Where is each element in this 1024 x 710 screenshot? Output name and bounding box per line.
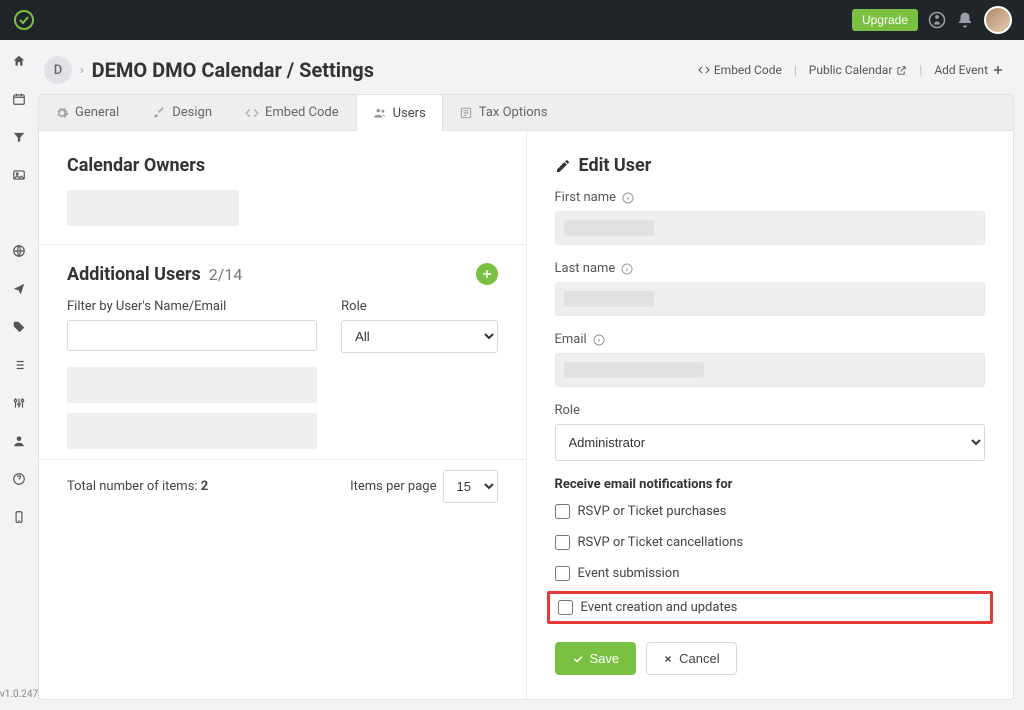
plus-icon [992,64,1004,76]
email-input[interactable] [555,353,986,387]
owner-row-placeholder[interactable] [67,190,239,226]
email-label: Email [555,332,587,347]
notif-event-creation[interactable]: Event creation and updates [558,600,983,615]
plus-icon [481,268,493,280]
users-icon [373,106,387,120]
header-embed-link[interactable]: Embed Code [698,63,782,77]
filter-name-label: Filter by User's Name/Email [67,299,317,314]
info-icon[interactable] [593,334,605,346]
user-row-placeholder[interactable] [67,367,317,403]
highlighted-option: Event creation and updates [547,591,994,624]
code-icon [245,106,259,120]
breadcrumb-chevron-icon: › [80,63,84,77]
sidebar: v1.0.247 [0,40,38,710]
topbar: Upgrade [0,0,1024,40]
tab-users[interactable]: Users [356,95,443,131]
notif-event-submission[interactable]: Event submission [555,566,986,581]
notif-rsvp-cancellations[interactable]: RSVP or Ticket cancellations [555,535,986,550]
role-select[interactable]: Administrator [555,424,986,461]
additional-users-heading: Additional Users 2/14 [67,263,498,285]
filter-role-label: Role [341,299,497,314]
calendar-owners-heading: Calendar Owners [67,155,498,176]
last-name-label: Last name [555,261,616,276]
info-icon[interactable] [622,192,634,204]
tab-general[interactable]: General [39,95,136,130]
filter-role-select[interactable]: All [341,320,497,353]
nav-help-icon[interactable] [10,470,28,488]
tax-icon [459,106,473,120]
role-label: Role [555,403,580,418]
close-icon [663,654,673,664]
nav-tag-icon[interactable] [10,318,28,336]
notif-rsvp-purchases[interactable]: RSVP or Ticket purchases [555,504,986,519]
edit-user-heading: Edit User [555,155,986,176]
tab-tax[interactable]: Tax Options [443,95,565,130]
upgrade-button[interactable]: Upgrade [852,9,918,31]
nav-home-icon[interactable] [10,52,28,70]
header-public-link[interactable]: Public Calendar [809,63,908,77]
tab-embed[interactable]: Embed Code [229,95,356,130]
notif-checkbox[interactable] [555,504,570,519]
items-per-page-label: Items per page [350,479,436,494]
save-button[interactable]: Save [555,642,637,675]
total-items-label: Total number of items: 2 [67,479,208,494]
pencil-icon [555,158,571,174]
tab-design[interactable]: Design [136,95,229,130]
user-avatar[interactable] [984,6,1012,34]
nav-list-icon[interactable] [10,356,28,374]
notif-checkbox[interactable] [558,600,573,615]
user-row-placeholder[interactable] [67,413,317,449]
org-badge[interactable]: D [44,56,72,84]
help-icon[interactable] [928,11,946,29]
notifications-header: Receive email notifications for [555,477,986,492]
nav-calendar-icon[interactable] [10,90,28,108]
last-name-input[interactable] [555,282,986,316]
first-name-label: First name [555,190,616,205]
page-title: DEMO DMO Calendar / Settings [92,58,374,82]
nav-filter-icon[interactable] [10,128,28,146]
add-user-button[interactable] [476,263,498,285]
info-icon[interactable] [621,263,633,275]
code-icon [698,64,710,76]
nav-download-icon[interactable] [10,204,28,222]
nav-globe-icon[interactable] [10,242,28,260]
nav-settings-icon[interactable] [10,394,28,412]
header-add-event-link[interactable]: Add Event [934,63,1004,77]
notif-checkbox[interactable] [555,535,570,550]
first-name-input[interactable] [555,211,986,245]
brush-icon [152,106,166,120]
settings-tabs: General Design Embed Code Users Tax Opti… [38,94,1014,131]
external-link-icon [896,65,907,76]
filter-name-input[interactable] [67,320,317,351]
version-label: v1.0.247 [0,689,38,710]
gear-icon [55,106,69,120]
cancel-button[interactable]: Cancel [646,642,736,675]
nav-image-icon[interactable] [10,166,28,184]
app-logo[interactable] [12,8,36,32]
nav-device-icon[interactable] [10,508,28,526]
nav-send-icon[interactable] [10,280,28,298]
notifications-icon[interactable] [956,11,974,29]
nav-user-icon[interactable] [10,432,28,450]
check-icon [572,653,584,665]
notif-checkbox[interactable] [555,566,570,581]
items-per-page-select[interactable]: 15 [443,470,498,503]
